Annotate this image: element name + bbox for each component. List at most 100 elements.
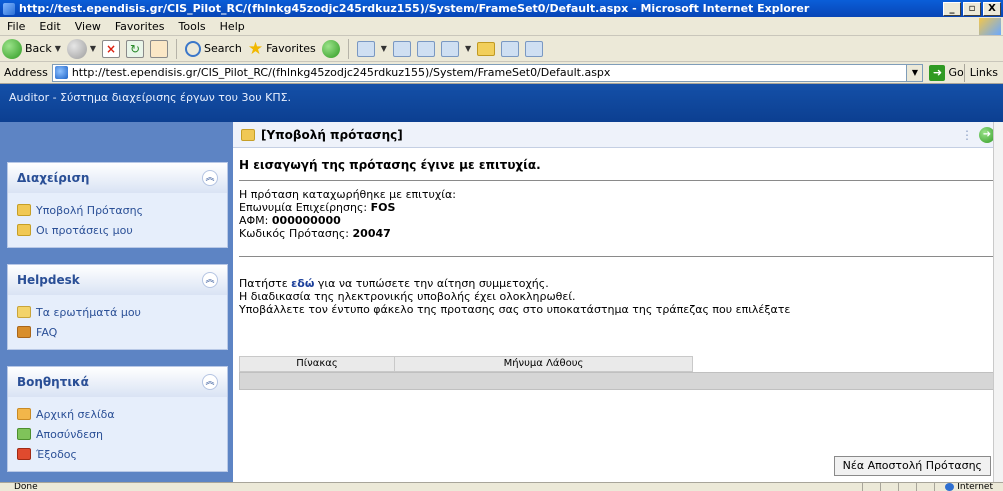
menu-tools[interactable]: Tools (172, 20, 213, 33)
forward-arrow-icon (66, 38, 87, 59)
menu-edit[interactable]: Edit (32, 20, 67, 33)
edit-icon[interactable] (440, 40, 459, 57)
refresh-icon[interactable]: ↻ (126, 39, 145, 58)
folder-icon[interactable] (477, 41, 496, 56)
favorites-button[interactable]: ★ Favorites (248, 39, 316, 59)
chevron-down-icon: ▼ (54, 44, 61, 53)
print-link[interactable]: εδώ (291, 277, 314, 290)
chevron-down-icon[interactable]: ▼ (906, 64, 923, 81)
forward-button[interactable]: ▼ (66, 38, 97, 59)
new-proposal-button[interactable]: Νέα Αποστολή Πρότασης (833, 456, 991, 476)
media-icon[interactable] (321, 39, 340, 58)
sidebar: Διαχείριση ︽ Υποβολή Πρότασης Οι προτάσε… (7, 162, 228, 488)
go-button[interactable]: ➜ Go (929, 64, 964, 81)
windows-logo-icon (979, 17, 1001, 35)
menu-file[interactable]: File (0, 20, 32, 33)
code-row: Κωδικός Πρότασης: 20047 (239, 227, 1003, 240)
proposal-details: Η πρόταση καταχωρήθηκε με επιτυχία: Επων… (239, 188, 1003, 240)
error-table-header: Πίνακας Μήνυμα Λάθους (239, 356, 995, 372)
links-button[interactable]: Links (963, 63, 1003, 82)
back-label: Back (25, 42, 52, 55)
research-icon[interactable] (501, 40, 520, 57)
panel-title: Διαχείριση (17, 171, 90, 185)
chevron-down-icon: ▼ (89, 44, 97, 53)
question-icon (17, 306, 31, 318)
collapse-icon[interactable]: ︽ (202, 272, 218, 288)
folder-icon (17, 204, 31, 216)
header-actions: ⋮ ➜ (961, 126, 995, 143)
menu-favorites[interactable]: Favorites (108, 20, 172, 33)
restore-button[interactable]: ▫ (963, 1, 981, 16)
sidebar-item-exit[interactable]: Έξοδος (17, 444, 218, 464)
print-icon[interactable] (416, 40, 435, 57)
chevron-down-icon: ▼ (380, 44, 387, 53)
sidebar-item-logout[interactable]: Αποσύνδεση (17, 424, 218, 444)
column-header-error-message: Μήνυμα Λάθους (395, 356, 693, 372)
sidebar-item-label: Αρχική σελίδα (36, 407, 115, 421)
messenger-icon[interactable] (525, 40, 544, 57)
main-content: [Υποβολή πρότασης] ⋮ ➜ Η εισαγωγή της πρ… (233, 122, 1003, 482)
zone-label: Internet (957, 482, 993, 491)
search-icon (185, 40, 202, 57)
minimize-button[interactable]: _ (943, 1, 961, 16)
back-button[interactable]: Back ▼ (2, 38, 61, 59)
close-button[interactable]: X (983, 1, 1001, 16)
panel-management: Διαχείριση ︽ Υποβολή Πρότασης Οι προτάσε… (7, 162, 228, 248)
grip-icon: ⋮ (961, 127, 973, 142)
column-header-table: Πίνακας (239, 356, 395, 372)
address-input[interactable]: http://test.ependisis.gr/CIS_Pilot_RC/(f… (51, 63, 924, 82)
sidebar-item-label: Οι προτάσεις μου (36, 223, 133, 237)
afm-label: ΑΦΜ: (239, 214, 272, 227)
address-label: Address (4, 66, 48, 79)
menu-view[interactable]: View (68, 20, 108, 33)
print-suffix: για να τυπώσετε την αίτηση συμμετοχής. (314, 277, 549, 290)
divider (239, 256, 995, 257)
address-bar: Address http://test.ependisis.gr/CIS_Pil… (0, 62, 1003, 84)
history-icon[interactable] (356, 40, 375, 57)
status-segment (916, 483, 934, 491)
sidebar-item-my-questions[interactable]: Τα ερωτήματά μου (17, 302, 218, 322)
ie-app-icon (3, 2, 15, 15)
go-label: Go (948, 66, 964, 79)
page-title: [Υποβολή πρότασης] (261, 127, 403, 142)
toolbar-separator (176, 38, 178, 59)
search-button[interactable]: Search (185, 40, 242, 57)
status-text: Done (14, 482, 38, 491)
code-label: Κωδικός Πρότασης: (239, 227, 353, 240)
folder-icon (17, 224, 31, 236)
favorites-label: Favorites (266, 42, 316, 55)
afm-row: ΑΦΜ: 000000000 (239, 214, 1003, 227)
stop-icon[interactable]: × (102, 39, 121, 58)
sidebar-item-home[interactable]: Αρχική σελίδα (17, 404, 218, 424)
main-header: [Υποβολή πρότασης] ⋮ ➜ (233, 122, 1003, 148)
collapse-icon[interactable]: ︽ (202, 374, 218, 390)
status-segment (880, 483, 898, 491)
chevron-down-icon: ▼ (464, 44, 472, 53)
collapse-icon[interactable]: ︽ (202, 170, 218, 186)
faq-icon (17, 326, 31, 338)
error-table: Πίνακας Μήνυμα Λάθους (239, 356, 995, 390)
vertical-scrollbar[interactable] (993, 122, 1003, 482)
address-url[interactable]: http://test.ependisis.gr/CIS_Pilot_RC/(f… (72, 66, 903, 79)
print-row: Πατήστε εδώ για να τυπώσετε την αίτηση σ… (239, 277, 1003, 290)
panel-header: Helpdesk ︽ (8, 265, 227, 295)
folder-icon (241, 128, 255, 141)
exit-icon (17, 448, 31, 460)
back-arrow-icon (2, 38, 22, 59)
browser-toolbar: Back ▼ ▼ × ↻ Search ★ Favorites ▼ ▼ (0, 36, 1003, 62)
app-header: Auditor - Σύστημα διαχείρισης έργων του … (0, 84, 1003, 122)
sidebar-item-faq[interactable]: FAQ (17, 322, 218, 342)
submit-note-text: Υποβάλλετε τον έντυπο φάκελο της προταση… (239, 303, 791, 316)
print-prefix: Πατήστε (239, 277, 292, 290)
status-bar: Done Internet (0, 482, 1003, 491)
sidebar-item-label: Έξοδος (36, 447, 77, 461)
go-arrow-icon: ➜ (929, 64, 946, 81)
process-done-text: Η διαδικασία της ηλεκτρονικής υποβολής έ… (239, 290, 576, 303)
home-icon[interactable] (150, 39, 169, 58)
menu-help[interactable]: Help (213, 20, 252, 33)
panel-title: Helpdesk (17, 273, 80, 287)
sidebar-item-my-proposals[interactable]: Οι προτάσεις μου (17, 220, 218, 240)
mail-icon[interactable] (392, 40, 411, 57)
panel-items: Υποβολή Πρότασης Οι προτάσεις μου (8, 193, 227, 247)
sidebar-item-submit-proposal[interactable]: Υποβολή Πρότασης (17, 200, 218, 220)
